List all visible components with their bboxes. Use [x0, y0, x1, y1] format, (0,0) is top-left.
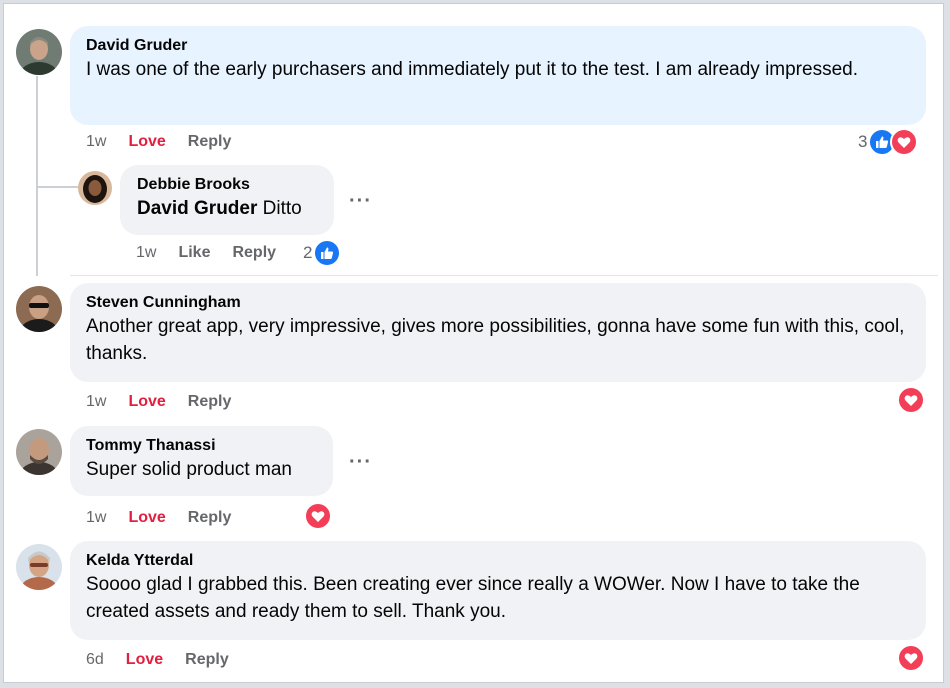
avatar[interactable] — [16, 29, 62, 75]
reply-text: David Gruder Ditto — [137, 195, 317, 222]
comment-actions: 1w Love Reply — [86, 391, 253, 413]
avatar-photo — [16, 29, 62, 75]
love-icon — [890, 128, 919, 156]
comment-text: Another great app, very impressive, give… — [86, 316, 905, 364]
avatar-photo — [78, 171, 112, 205]
comment-timestamp[interactable]: 1w — [86, 133, 106, 151]
reply-button[interactable]: Reply — [188, 133, 232, 151]
comment-text: Super solid product man — [86, 459, 292, 480]
avatar-photo — [16, 429, 62, 475]
comment-bubble: Steven Cunningham Another great app, ver… — [70, 283, 926, 382]
avatar[interactable] — [16, 429, 62, 475]
like-button[interactable]: Like — [178, 244, 210, 262]
reply-actions: 1w Like Reply — [136, 242, 298, 264]
mention-link[interactable]: David Gruder — [137, 198, 257, 219]
comment-bubble: David Gruder I was one of the early purc… — [70, 26, 926, 125]
avatar-photo — [16, 544, 62, 590]
comment-timestamp[interactable]: 1w — [86, 393, 106, 411]
comment-timestamp[interactable]: 6d — [86, 651, 104, 669]
comment-author[interactable]: Kelda Ytterdal — [86, 551, 910, 571]
thread-branch — [36, 186, 78, 188]
divider — [70, 275, 938, 276]
reaction-summary[interactable] — [897, 644, 925, 672]
comment-bubble: Tommy Thanassi Super solid product man — [70, 426, 333, 496]
reply-author[interactable]: Debbie Brooks — [137, 175, 317, 195]
love-button[interactable]: Love — [126, 651, 163, 669]
reply-button[interactable]: Reply — [232, 244, 276, 262]
love-button[interactable]: Love — [128, 393, 165, 411]
comment-timestamp[interactable]: 1w — [86, 509, 106, 527]
reply-button[interactable]: Reply — [188, 393, 232, 411]
comment-actions: 6d Love Reply — [86, 649, 251, 671]
love-icon — [897, 386, 925, 414]
comment-author[interactable]: David Gruder — [86, 36, 910, 56]
more-options-button[interactable]: ··· — [349, 452, 372, 472]
avatar-photo — [16, 286, 62, 332]
reply-bubble: Debbie Brooks David Gruder Ditto — [120, 165, 334, 235]
love-button[interactable]: Love — [128, 133, 165, 151]
avatar[interactable] — [16, 544, 62, 590]
reply-timestamp[interactable]: 1w — [136, 244, 156, 262]
comment-author[interactable]: Steven Cunningham — [86, 293, 910, 313]
reaction-summary[interactable] — [897, 386, 925, 414]
love-button[interactable]: Love — [128, 509, 165, 527]
reaction-count: 3 — [858, 132, 868, 151]
love-icon — [897, 644, 925, 672]
reply-button[interactable]: Reply — [185, 651, 229, 669]
comment-actions: 1w Love Reply — [86, 507, 253, 529]
avatar[interactable] — [78, 171, 112, 205]
thread-line — [36, 76, 38, 276]
more-options-button[interactable]: ··· — [349, 191, 372, 211]
reaction-summary[interactable]: 3 — [858, 128, 919, 156]
reply-button[interactable]: Reply — [188, 509, 232, 527]
comment-bubble: Kelda Ytterdal Soooo glad I grabbed this… — [70, 541, 926, 640]
love-icon — [304, 502, 332, 530]
comment-author[interactable]: Tommy Thanassi — [86, 436, 317, 456]
like-icon — [313, 239, 342, 267]
comment-text: I was one of the early purchasers and im… — [86, 59, 858, 80]
reaction-summary[interactable] — [304, 502, 332, 530]
reply-body: Ditto — [262, 198, 302, 219]
avatar[interactable] — [16, 286, 62, 332]
reaction-count: 2 — [303, 243, 313, 262]
reaction-summary[interactable]: 2 — [303, 239, 342, 267]
comment-text: Soooo glad I grabbed this. Been creating… — [86, 574, 860, 622]
comment-actions: 1w Love Reply — [86, 131, 253, 153]
